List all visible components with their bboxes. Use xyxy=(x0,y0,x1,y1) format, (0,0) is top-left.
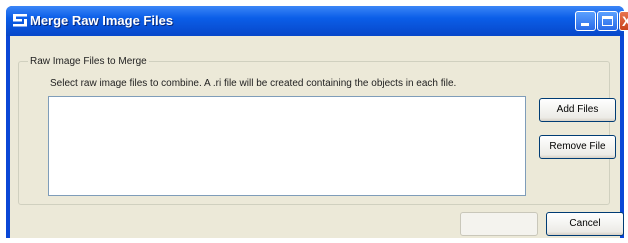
dialog-client-area: Raw Image Files to Merge Select raw imag… xyxy=(10,36,624,238)
ok-button[interactable] xyxy=(460,212,538,236)
close-icon: X xyxy=(622,13,628,29)
app-icon xyxy=(13,14,27,27)
maximize-icon xyxy=(602,16,613,26)
remove-file-button[interactable]: Remove File xyxy=(539,135,616,159)
minimize-button[interactable] xyxy=(575,11,596,31)
maximize-button[interactable] xyxy=(597,11,618,31)
merge-raw-image-files-window: Merge Raw Image Files X Raw Image Files … xyxy=(6,6,628,238)
minimize-icon xyxy=(581,23,589,26)
title-bar[interactable]: Merge Raw Image Files X xyxy=(6,6,628,36)
groupbox-label: Raw Image Files to Merge xyxy=(28,56,149,67)
cancel-button[interactable]: Cancel xyxy=(546,212,624,236)
window-title: Merge Raw Image Files xyxy=(30,13,174,28)
close-button[interactable]: X xyxy=(619,11,628,31)
file-list[interactable] xyxy=(48,96,526,196)
add-files-button[interactable]: Add Files xyxy=(539,98,616,122)
instructions-text: Select raw image files to combine. A .ri… xyxy=(50,78,457,89)
